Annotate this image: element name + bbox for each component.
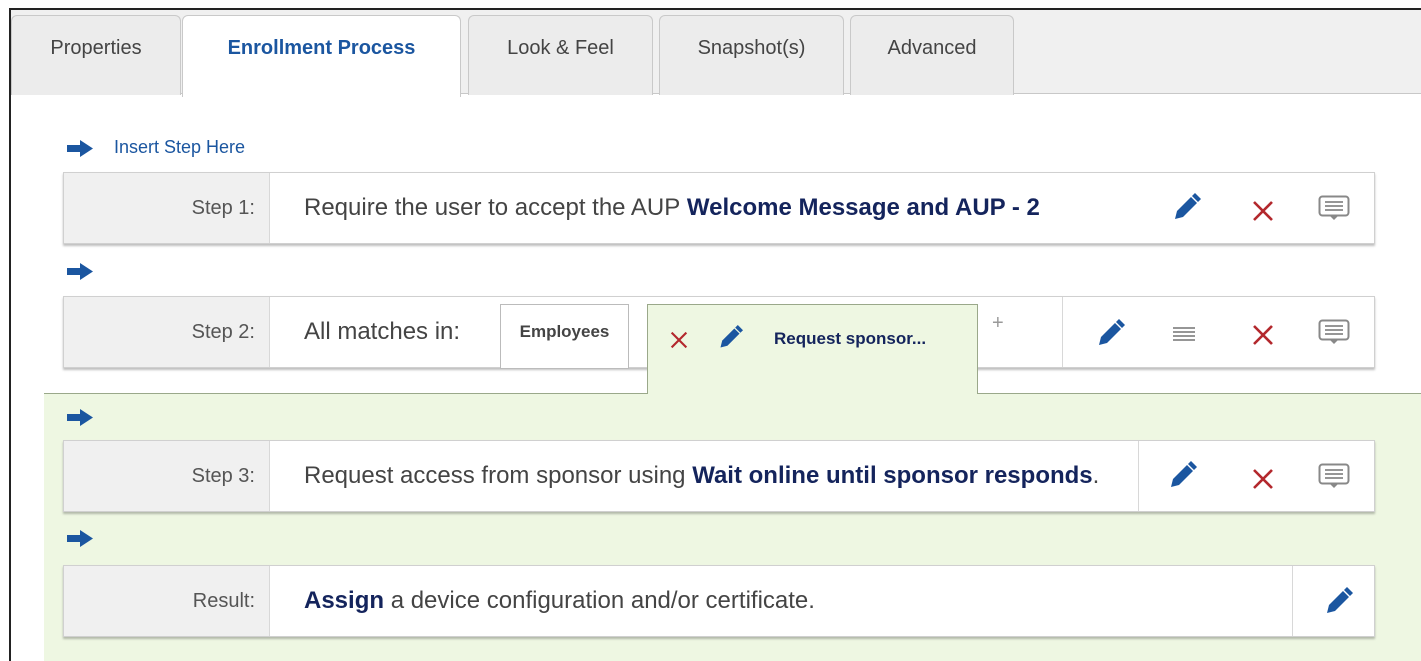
group-tab-employees[interactable]: Employees [500,304,629,369]
group-tab-label: Employees [519,322,610,341]
step-description: Request access from sponsor using Wait o… [304,441,1099,511]
close-icon[interactable] [1248,464,1278,494]
step-text-suffix: . [1092,462,1100,489]
step-text: All matches in: [304,318,461,345]
divider [44,393,650,394]
comment-icon[interactable] [1316,461,1352,491]
result-row: Result: Assign a device configuration an… [63,565,1375,637]
group-tab-label: Request sponsor... [774,329,927,348]
divider [1292,566,1293,636]
divider [977,393,1421,394]
tab-label: Properties [50,37,142,59]
tab-label: Look & Feel [507,37,614,59]
tab-advanced[interactable]: Advanced [850,15,1014,95]
comment-icon[interactable] [1316,317,1352,347]
pencil-icon[interactable] [1168,190,1204,226]
step-text: Request access from sponsor using [304,462,686,489]
tab-snapshots[interactable]: Snapshot(s) [659,15,844,95]
tab-enrollment-process[interactable]: Enrollment Process [182,15,461,97]
pencil-icon[interactable] [1092,316,1128,352]
step-link-text[interactable]: Assign [304,587,384,615]
step-label: Result: [64,566,270,636]
pencil-icon[interactable] [1164,458,1200,494]
insert-step-link[interactable]: Insert Step Here [114,137,245,158]
step-label: Step 1: [64,173,270,243]
step-text: a device configuration and/or certificat… [390,587,815,614]
step-description: Assign a device configuration and/or cer… [304,566,815,636]
close-icon[interactable] [1248,320,1278,350]
close-icon[interactable] [1248,196,1278,226]
pencil-icon[interactable] [714,322,746,354]
step-label: Step 3: [64,441,270,511]
tab-look-and-feel[interactable]: Look & Feel [468,15,653,95]
tab-label: Snapshot(s) [697,37,806,59]
step-description: All matches in: [304,297,460,367]
step-link-text[interactable]: Wait online until sponsor responds [692,462,1092,490]
list-icon[interactable] [1168,320,1200,348]
arrow-right-icon[interactable] [65,409,95,426]
pencil-icon[interactable] [1320,584,1356,620]
tab-label: Enrollment Process [227,37,416,59]
arrow-right-icon[interactable] [65,263,95,280]
group-tab-request-sponsor[interactable] [647,304,978,394]
divider [1062,297,1063,367]
tab-properties[interactable]: Properties [11,15,181,95]
step-text: Require the user to accept the AUP [304,194,681,221]
step-link-text[interactable]: Welcome Message and AUP - 2 [687,194,1040,222]
add-tab-button[interactable]: + [992,312,1004,335]
arrow-right-icon[interactable] [65,140,95,157]
arrow-right-icon[interactable] [65,530,95,547]
divider [1138,441,1139,511]
close-icon[interactable] [665,326,693,354]
step-label: Step 2: [64,297,270,367]
step-description: Require the user to accept the AUP Welco… [304,173,1040,243]
comment-icon[interactable] [1316,193,1352,223]
tab-label: Advanced [887,37,977,59]
